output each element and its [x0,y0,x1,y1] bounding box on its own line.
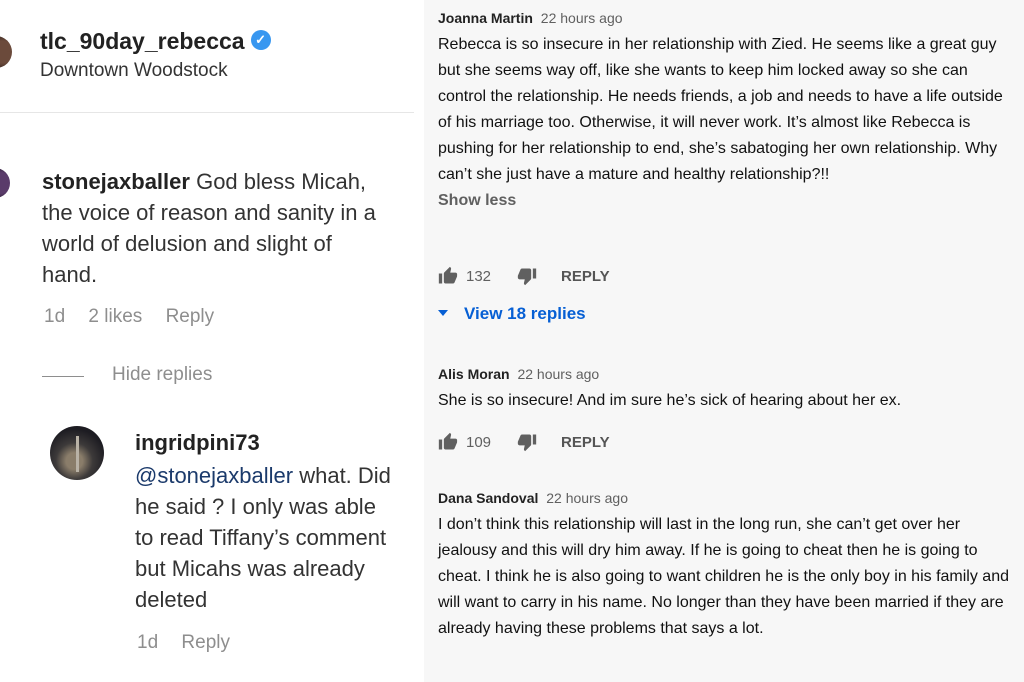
expand-triangle-icon [438,309,448,316]
comment-username[interactable]: stonejaxballer [42,169,190,194]
comment-thread: Joanna Martin 22 hours ago Rebecca is so… [438,10,1018,210]
thumbs-down-icon[interactable] [517,432,537,452]
like-count: 109 [466,433,492,451]
comment-meta: 1d 2 likes Reply [44,306,232,328]
reply-username[interactable]: ingridpini73 [135,430,260,456]
reply-avatar[interactable] [50,426,104,480]
reply-text: @stonejaxballer what. Did he said ? I on… [135,460,397,615]
comment-header: Dana Sandoval 22 hours ago [438,490,1018,506]
reply-button[interactable]: REPLY [561,268,610,285]
youtube-comments-panel: Joanna Martin 22 hours ago Rebecca is so… [424,0,1024,682]
post-username[interactable]: tlc_90day_rebecca ✓ [40,28,271,55]
comment-header: Joanna Martin 22 hours ago [438,10,1018,26]
thumbs-up-icon[interactable] [438,432,458,452]
post-location[interactable]: Downtown Woodstock [40,60,228,82]
comment-body: I don’t think this relationship will las… [438,516,1009,637]
commenter-avatar[interactable] [0,168,10,198]
reply-button[interactable]: REPLY [561,434,610,451]
thumbs-up-icon[interactable] [438,266,458,286]
view-replies-label: View 18 replies [464,304,586,323]
comment-body: She is so insecure! And im sure he’s sic… [438,392,902,409]
hide-replies-button[interactable]: Hide replies [112,364,212,386]
comment-author[interactable]: Joanna Martin [438,10,533,26]
comment-author[interactable]: Alis Moran [438,366,510,382]
instagram-panel: tlc_90day_rebecca ✓ Downtown Woodstock st… [0,0,414,682]
comment-actions: 132 REPLY [438,266,610,286]
reply-meta: 1d Reply [137,632,248,654]
verified-badge-icon: ✓ [250,29,271,50]
comment-likes[interactable]: 2 likes [88,306,142,327]
comment-time[interactable]: 22 hours ago [517,366,599,382]
thumbs-down-icon[interactable] [517,266,537,286]
comment-body: Rebecca is so insecure in her relationsh… [438,36,1003,183]
comment-time[interactable]: 22 hours ago [546,490,628,506]
reply-mention-link[interactable]: @stonejaxballer [135,463,293,488]
post-avatar[interactable] [0,36,12,68]
comment-thread: Alis Moran 22 hours ago She is so insecu… [438,366,1018,414]
reply-reply-button[interactable]: Reply [181,632,230,653]
comment-thread: Dana Sandoval 22 hours ago I don’t think… [438,490,1018,642]
comment-reply-button[interactable]: Reply [166,306,215,327]
reply-time: 1d [137,632,159,653]
post-header: tlc_90day_rebecca ✓ Downtown Woodstock [0,0,414,113]
comment-time: 1d [44,306,66,327]
comment-text: stonejaxballer God bless Micah, the voic… [42,166,392,290]
view-replies-button[interactable]: View 18 replies [438,304,586,324]
comment-actions: 109 REPLY [438,432,610,452]
comment-author[interactable]: Dana Sandoval [438,490,538,506]
show-less-button[interactable]: Show less [438,192,1018,210]
comment-header: Alis Moran 22 hours ago [438,366,1018,382]
like-count: 132 [466,267,492,285]
divider [42,376,84,377]
comment-time[interactable]: 22 hours ago [541,10,623,26]
